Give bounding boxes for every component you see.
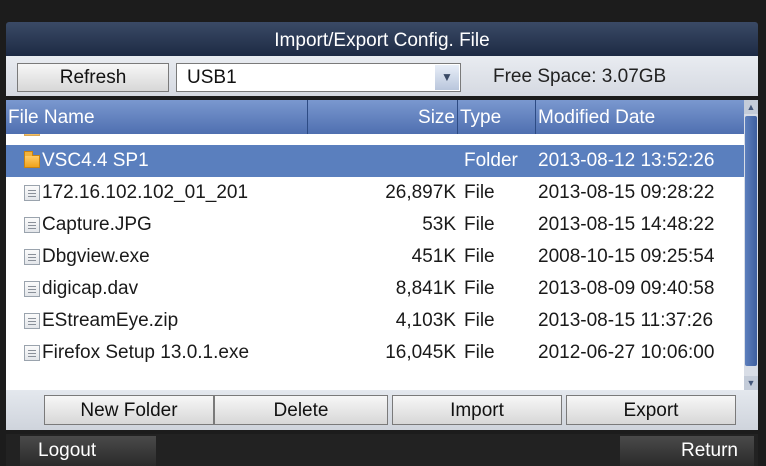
return-button[interactable]: Return bbox=[620, 436, 754, 466]
file-date: 2013-08-15 14:48:22 bbox=[538, 214, 715, 235]
file-type: Folder bbox=[464, 134, 538, 145]
vertical-scrollbar[interactable]: ▲ ▼ bbox=[744, 100, 758, 390]
config-file-dialog: Import/Export Config. File Refresh USB1 … bbox=[0, 0, 766, 466]
file-name: EStreamEye.zip bbox=[42, 310, 179, 331]
action-bar: New Folder Delete Import Export bbox=[6, 390, 758, 430]
file-date: 2013-08-15 11:37:26 bbox=[538, 310, 714, 331]
device-select-value: USB1 bbox=[187, 67, 237, 88]
file-name: ato-DT bbox=[34, 134, 306, 145]
file-type: File bbox=[464, 310, 495, 331]
file-name: digicap.dav bbox=[42, 278, 139, 299]
table-row[interactable]: Firefox Setup 13.0.1.exe 16,045K File 20… bbox=[6, 337, 744, 369]
file-type: File bbox=[464, 182, 495, 203]
export-button[interactable]: Export bbox=[566, 395, 736, 425]
file-date: 2012-06-27 10:06:00 bbox=[538, 342, 715, 363]
column-header-size[interactable]: Size bbox=[308, 100, 458, 134]
file-date: 2013-08-15 09:28:22 bbox=[538, 182, 715, 203]
file-date: 2013-08-09 09:40:58 bbox=[538, 278, 715, 299]
file-date: 2013-08-12 13:52:26 bbox=[538, 150, 715, 171]
chevron-down-icon[interactable]: ▼ bbox=[435, 65, 459, 90]
file-name: Capture.JPG bbox=[42, 214, 152, 235]
delete-button[interactable]: Delete bbox=[214, 395, 388, 425]
file-size: 451K bbox=[411, 246, 456, 267]
column-header-type[interactable]: Type bbox=[458, 100, 536, 134]
footer-bar: Logout Return bbox=[6, 434, 758, 466]
file-type: File bbox=[464, 214, 495, 235]
file-list: File Name Size Type Modified Date ato-DT… bbox=[6, 100, 758, 390]
table-row[interactable]: 172.16.102.102_01_201 26,897K File 2013-… bbox=[6, 177, 744, 209]
file-size: 8,841K bbox=[395, 278, 456, 299]
file-date: 2013-08-14 10:20:10 bbox=[536, 134, 744, 145]
refresh-button[interactable]: Refresh bbox=[17, 63, 169, 92]
file-size: 16,045K bbox=[385, 342, 456, 363]
table-row[interactable]: ato-DT Folder 2013-08-14 10:20:10 bbox=[6, 134, 744, 145]
file-type: File bbox=[464, 342, 495, 363]
file-name: Firefox Setup 13.0.1.exe bbox=[42, 342, 250, 363]
new-folder-button[interactable]: New Folder bbox=[44, 395, 214, 425]
table-row[interactable]: VSC4.4 SP1 Folder 2013-08-12 13:52:26 bbox=[6, 145, 744, 177]
column-header-date[interactable]: Modified Date bbox=[536, 100, 744, 134]
file-name: Dbgview.exe bbox=[42, 246, 150, 267]
logout-button[interactable]: Logout bbox=[20, 436, 156, 466]
file-list-header: File Name Size Type Modified Date bbox=[6, 100, 744, 134]
file-size: 4,103K bbox=[395, 310, 456, 331]
import-button[interactable]: Import bbox=[392, 395, 562, 425]
file-size: 26,897K bbox=[385, 182, 456, 203]
file-size bbox=[308, 145, 456, 177]
scroll-up-icon[interactable]: ▲ bbox=[744, 100, 758, 114]
file-type: File bbox=[464, 278, 495, 299]
table-row[interactable]: digicap.dav 8,841K File 2013-08-09 09:40… bbox=[6, 273, 744, 305]
file-size: 53K bbox=[422, 214, 456, 235]
column-header-name[interactable]: File Name bbox=[6, 100, 308, 134]
dialog-title: Import/Export Config. File bbox=[6, 22, 758, 56]
table-row[interactable]: EStreamEye.zip 4,103K File 2013-08-15 11… bbox=[6, 305, 744, 337]
table-row[interactable]: Capture.JPG 53K File 2013-08-15 14:48:22 bbox=[6, 209, 744, 241]
device-select[interactable]: USB1 ▼ bbox=[176, 63, 461, 92]
file-type: Folder bbox=[464, 150, 518, 171]
scroll-down-icon[interactable]: ▼ bbox=[744, 376, 758, 390]
file-name: VSC4.4 SP1 bbox=[42, 150, 149, 171]
file-date: 2008-10-15 09:25:54 bbox=[538, 246, 715, 267]
toolbar: Refresh USB1 ▼ Free Space: 3.07GB bbox=[6, 56, 758, 96]
free-space-label: Free Space: 3.07GB bbox=[493, 66, 667, 87]
file-type: File bbox=[464, 246, 495, 267]
scrollbar-thumb[interactable] bbox=[745, 116, 757, 366]
table-row[interactable]: Dbgview.exe 451K File 2008-10-15 09:25:5… bbox=[6, 241, 744, 273]
file-list-rows: ato-DT Folder 2013-08-14 10:20:10 VSC4.4… bbox=[6, 134, 744, 390]
file-name: 172.16.102.102_01_201 bbox=[42, 182, 249, 203]
